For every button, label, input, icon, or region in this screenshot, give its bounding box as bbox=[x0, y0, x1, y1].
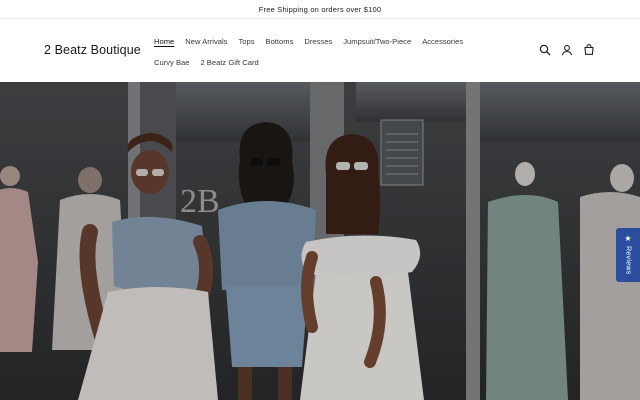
nav-gift-card[interactable]: 2 Beatz Gift Card bbox=[196, 54, 262, 75]
search-icon[interactable] bbox=[538, 43, 552, 57]
cart-icon[interactable] bbox=[582, 43, 596, 57]
nav-jumpsuit-two-piece[interactable]: Jumpsuit/Two-Piece bbox=[339, 33, 415, 54]
nav-bottoms[interactable]: Bottoms bbox=[262, 33, 298, 54]
nav-accessories[interactable]: Accessories bbox=[418, 33, 467, 54]
nav-new-arrivals[interactable]: New Arrivals bbox=[181, 33, 231, 54]
reviews-tab-label: Reviews bbox=[624, 246, 632, 275]
account-icon[interactable] bbox=[560, 43, 574, 57]
nav-dresses[interactable]: Dresses bbox=[300, 33, 336, 54]
nav-home[interactable]: Home bbox=[150, 33, 178, 54]
main-nav: Home New Arrivals Tops Bottoms Dresses J… bbox=[150, 33, 510, 75]
store-logo[interactable]: 2 Beatz Boutique bbox=[44, 43, 141, 57]
announcement-bar: Free Shipping on orders over $100 bbox=[0, 0, 640, 19]
header-icons bbox=[538, 43, 596, 57]
star-icon: ★ bbox=[624, 234, 632, 244]
hero-banner: 2B bbox=[0, 82, 640, 400]
nav-curvy-bae[interactable]: Curvy Bae bbox=[150, 54, 193, 75]
reviews-tab[interactable]: ★ Reviews bbox=[616, 228, 640, 282]
announcement-text: Free Shipping on orders over $100 bbox=[258, 4, 382, 14]
site-header: 2 Beatz Boutique Home New Arrivals Tops … bbox=[0, 19, 640, 83]
hero-image: 2B bbox=[0, 82, 640, 400]
nav-tops[interactable]: Tops bbox=[234, 33, 258, 54]
